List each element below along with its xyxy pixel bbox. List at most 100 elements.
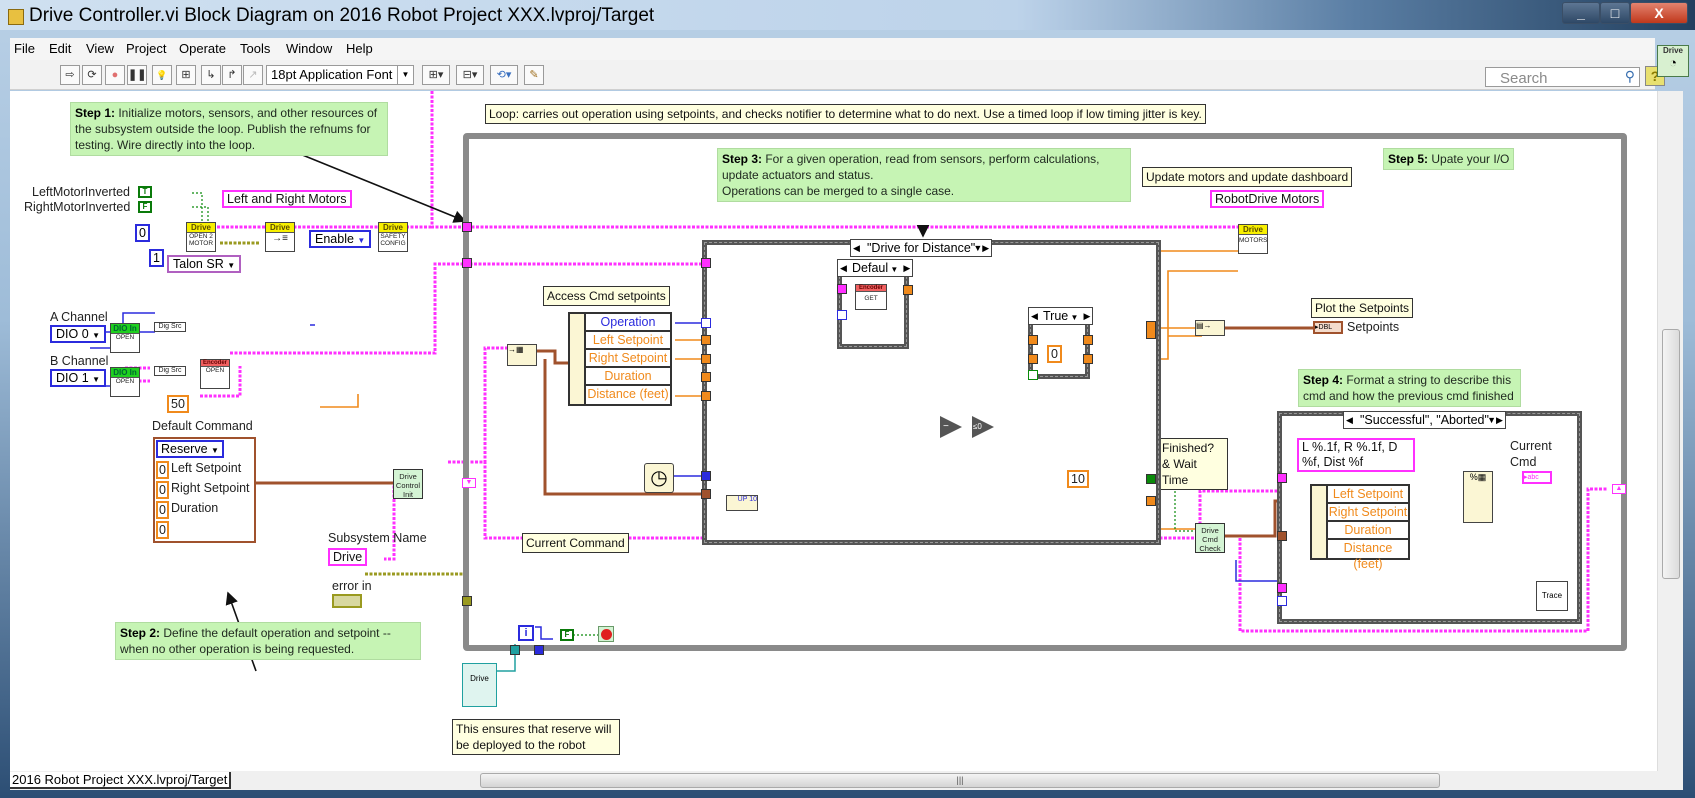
right-motor-inverted-constant[interactable]: F bbox=[138, 201, 152, 213]
step-over-icon[interactable]: ↱ bbox=[222, 65, 242, 85]
wait-time-constant[interactable]: 10 bbox=[1067, 470, 1089, 488]
drive-safety-config-vi[interactable]: Drive SAFETY CONFIG bbox=[378, 222, 408, 252]
motor-type-ring[interactable]: Talon SR ▼ bbox=[167, 255, 242, 273]
run-arrow-icon[interactable]: ⇨ bbox=[60, 65, 80, 85]
distance-value[interactable]: 0 bbox=[156, 521, 169, 539]
subsystem-name-constant[interactable]: Drive bbox=[328, 548, 368, 566]
menu-view[interactable]: View bbox=[86, 41, 114, 56]
status-left-setpoint[interactable]: Left Setpoint bbox=[1328, 486, 1408, 504]
dig-src-b[interactable]: Dig Src bbox=[154, 366, 186, 376]
horizontal-scroll-thumb[interactable]: ||| bbox=[480, 773, 1440, 788]
align-objects-icon[interactable]: ⊞▾ bbox=[422, 65, 450, 85]
unbundle-notifier[interactable]: →▦ bbox=[507, 344, 537, 366]
dig-src-a[interactable]: Dig Src bbox=[154, 322, 186, 332]
safety-enum[interactable]: Enable ▼ bbox=[309, 230, 372, 248]
channel-constant-0[interactable]: 0 bbox=[135, 224, 150, 242]
clean-up-diagram-icon[interactable]: ✎ bbox=[524, 65, 544, 85]
vertical-scroll-thumb[interactable] bbox=[1662, 329, 1680, 579]
left-motor-inverted-constant[interactable]: T bbox=[138, 186, 152, 198]
vertical-scrollbar[interactable] bbox=[1657, 91, 1683, 771]
drive-motors-vi[interactable]: Drive MOTORS bbox=[1238, 224, 1268, 254]
step-into-icon[interactable]: ↳ bbox=[201, 65, 221, 85]
duration-value[interactable]: 0 bbox=[156, 501, 169, 519]
menu-help[interactable]: Help bbox=[346, 41, 373, 56]
stop-terminal[interactable] bbox=[598, 626, 614, 642]
error-in-cluster[interactable] bbox=[332, 594, 362, 608]
left-right-motors-label[interactable]: Left and Right Motors bbox=[222, 190, 352, 208]
tick-count-clock-icon[interactable]: ◷ bbox=[644, 463, 674, 493]
unbundle-operation[interactable]: Operation bbox=[586, 314, 670, 332]
case-next-icon[interactable]: ▶ bbox=[1083, 308, 1090, 324]
search-icon[interactable]: ⚲ bbox=[1625, 68, 1635, 85]
case-prev-icon[interactable]: ◀ bbox=[1031, 308, 1038, 324]
unbundle-small[interactable]: UP 10 bbox=[726, 495, 758, 511]
case-next-icon[interactable]: ▶ bbox=[903, 260, 910, 276]
dio-b-open-vi[interactable]: DIO In OPEN bbox=[110, 367, 140, 397]
maximize-button[interactable]: □ bbox=[1600, 2, 1630, 24]
unbundle-distance[interactable]: Distance (feet) bbox=[586, 386, 670, 404]
block-diagram-canvas[interactable]: Step 1: Initialize motors, sensors, and … bbox=[10, 91, 1657, 771]
left-setpoint-value[interactable]: 0 bbox=[156, 461, 169, 479]
operation-case-selector[interactable]: ◀ "Drive for Distance" ▼▶ bbox=[850, 239, 993, 257]
status-unbundle-by-name[interactable]: Left Setpoint Right Setpoint Duration Di… bbox=[1310, 484, 1410, 571]
case-next-icon[interactable]: ▼▶ bbox=[973, 240, 989, 256]
case-prev-icon[interactable]: ◀ bbox=[840, 260, 847, 276]
robotdrive-motors-label[interactable]: RobotDrive Motors bbox=[1210, 190, 1325, 208]
unbundle-by-name[interactable]: Operation Left Setpoint Right Setpoint D… bbox=[568, 312, 672, 406]
true-case-selector[interactable]: ◀ True ▼ ▶ bbox=[1028, 307, 1094, 325]
search-input[interactable]: Search ⚲ bbox=[1485, 67, 1640, 87]
current-cmd-indicator[interactable]: ▸abc bbox=[1522, 471, 1552, 484]
encoder-case-selector[interactable]: ◀ Defaul ▼ ▶ bbox=[837, 259, 914, 277]
unbundle-duration[interactable]: Duration bbox=[586, 368, 670, 386]
drive-cmd-check-vi[interactable]: Drive Cmd Check bbox=[1195, 523, 1225, 553]
status-distance[interactable]: Distance (feet) bbox=[1328, 540, 1408, 571]
minimize-button[interactable]: _ bbox=[1562, 2, 1600, 24]
menu-project[interactable]: Project bbox=[126, 41, 166, 56]
case-prev-icon[interactable]: ◀ bbox=[853, 240, 860, 256]
encoder-open-vi[interactable]: Encoder OPEN bbox=[200, 359, 230, 389]
distribute-objects-icon[interactable]: ⊟▾ bbox=[456, 65, 484, 85]
drive-control-init-vi[interactable]: Drive Control Init bbox=[393, 469, 423, 499]
shift-register-right[interactable]: ▲ bbox=[1612, 484, 1626, 494]
vi-icon[interactable]: Drive ◔ bbox=[1657, 45, 1689, 77]
drive-refnum-register-vi[interactable]: Drive →≡ bbox=[265, 222, 295, 252]
default-command-cluster[interactable]: Reserve ▼ 0 Left Setpoint 0 Right Setpoi… bbox=[153, 437, 256, 543]
format-string-constant[interactable]: L %.1f, R %.1f, D %f, Dist %f bbox=[1297, 438, 1415, 472]
reorder-icon[interactable]: ⟲▾ bbox=[490, 65, 518, 85]
project-path[interactable]: 2016 Robot Project XXX.lvproj/Target bbox=[10, 772, 232, 789]
menu-window[interactable]: Window bbox=[286, 41, 332, 56]
close-button[interactable]: X bbox=[1630, 2, 1688, 24]
horizontal-scrollbar[interactable]: 2016 Robot Project XXX.lvproj/Target ||| bbox=[10, 771, 1683, 790]
drive-open-2-motor-vi[interactable]: Drive OPEN 2 MOTOR bbox=[186, 222, 216, 252]
pause-icon[interactable]: ❚❚ bbox=[127, 65, 147, 85]
abort-icon[interactable]: ● bbox=[105, 65, 125, 85]
trace-vi[interactable]: Trace bbox=[1536, 581, 1568, 611]
case-prev-icon[interactable]: ◀ bbox=[1346, 412, 1353, 428]
menu-tools[interactable]: Tools bbox=[240, 41, 270, 56]
b-channel-ring[interactable]: DIO 1 ▼ bbox=[50, 369, 107, 387]
menu-edit[interactable]: Edit bbox=[49, 41, 71, 56]
case-next-icon[interactable]: ▼▶ bbox=[1487, 412, 1503, 428]
run-continuously-icon[interactable]: ⟳ bbox=[82, 65, 102, 85]
menu-file[interactable]: File bbox=[14, 41, 35, 56]
encoder-get-vi[interactable]: Encoder GET bbox=[855, 284, 887, 310]
stop-false-constant[interactable]: F bbox=[560, 629, 574, 641]
status-case-selector[interactable]: ◀ "Successful", "Aborted" ▼▶ bbox=[1343, 411, 1506, 429]
a-channel-ring[interactable]: DIO 0 ▼ bbox=[50, 325, 107, 343]
shift-register-left[interactable]: ▼ bbox=[462, 478, 476, 488]
encoder-constant[interactable]: 50 bbox=[167, 395, 189, 413]
unbundle-right-setpoint[interactable]: Right Setpoint bbox=[586, 350, 670, 368]
setpoints-chart-terminal[interactable]: ▸DBL bbox=[1313, 321, 1343, 334]
menu-operate[interactable]: Operate bbox=[179, 41, 226, 56]
channel-constant-1[interactable]: 1 bbox=[149, 249, 164, 267]
status-duration[interactable]: Duration bbox=[1328, 522, 1408, 540]
status-right-setpoint[interactable]: Right Setpoint bbox=[1328, 504, 1408, 522]
operation-case-structure[interactable] bbox=[702, 240, 1161, 545]
highlight-execution-icon[interactable]: 💡 bbox=[152, 65, 172, 85]
default-operation-enum[interactable]: Reserve ▼ bbox=[156, 440, 224, 458]
retain-wire-values-icon[interactable]: ⊞ bbox=[176, 65, 196, 85]
unbundle-left-setpoint[interactable]: Left Setpoint bbox=[586, 332, 670, 350]
rtv-file-icon[interactable]: Drive bbox=[462, 663, 497, 707]
build-array-node[interactable]: ▤→ bbox=[1195, 320, 1225, 336]
format-into-string-node[interactable]: %▦ bbox=[1463, 471, 1493, 523]
